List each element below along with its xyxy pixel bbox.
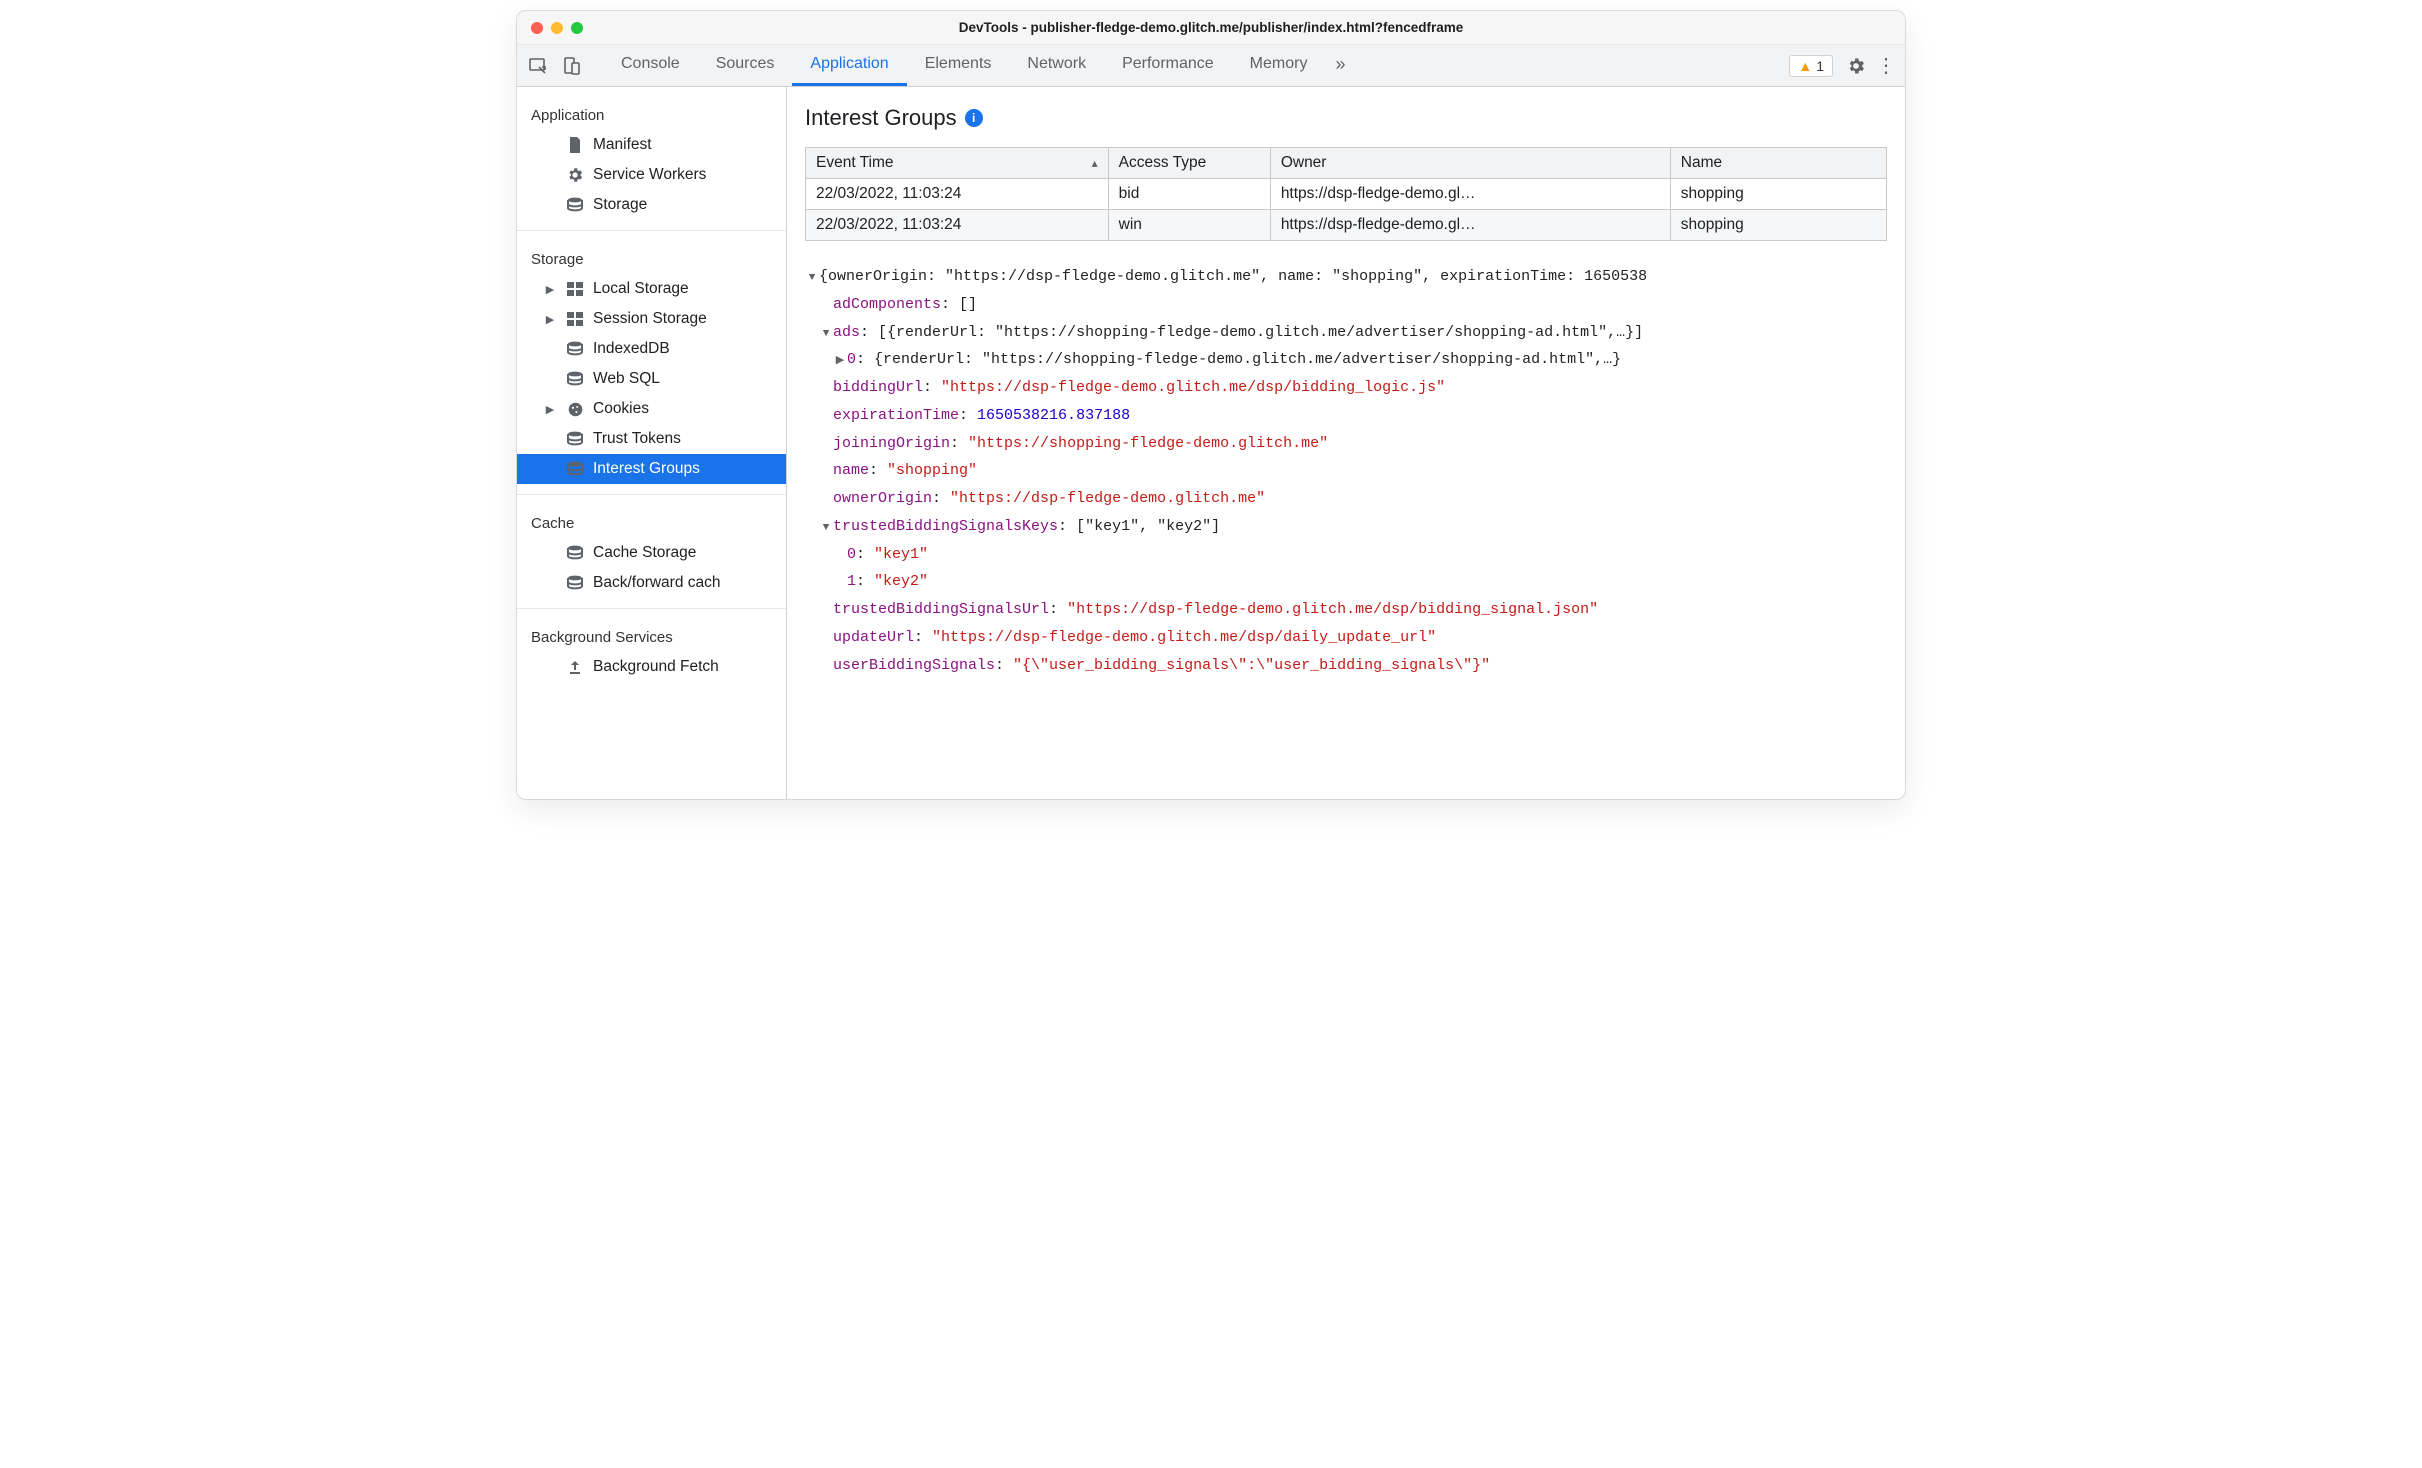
- tree-ads-0[interactable]: ▶0: {renderUrl: "https://shopping-fledge…: [805, 346, 1887, 374]
- sidebar-section-title: Cache: [517, 505, 786, 538]
- db-icon: [565, 371, 585, 387]
- interest-groups-table: Event Time▴Access TypeOwnerName 22/03/20…: [805, 147, 1887, 241]
- tree-ads[interactable]: ▼ads: [{renderUrl: "https://shopping-fle…: [805, 319, 1887, 347]
- expand-caret-icon[interactable]: ▼: [819, 324, 833, 344]
- cell-type: bid: [1108, 179, 1270, 210]
- window-minimize-dot[interactable]: [551, 22, 563, 34]
- sidebar-item-service-workers[interactable]: Service Workers: [517, 160, 786, 190]
- sidebar-item-trust-tokens[interactable]: Trust Tokens: [517, 424, 786, 454]
- sidebar-item-cookies[interactable]: ▶ Cookies: [517, 394, 786, 424]
- application-sidebar: Application Manifest Service Workers Storag…: [517, 87, 787, 799]
- panel-tabs: ConsoleSourcesApplicationElementsNetwork…: [603, 45, 1325, 86]
- tree-root[interactable]: ▼ {ownerOrigin: "https://dsp-fledge-demo…: [805, 263, 1887, 291]
- grid-icon: [565, 312, 585, 326]
- tabs-overflow[interactable]: »: [1325, 54, 1355, 78]
- interest-group-details: ▼ {ownerOrigin: "https://dsp-fledge-demo…: [805, 263, 1887, 679]
- sidebar-item-session-storage[interactable]: ▶ Session Storage: [517, 304, 786, 334]
- expand-caret-icon[interactable]: ▶: [543, 403, 557, 416]
- window-title: DevTools - publisher-fledge-demo.glitch.…: [517, 20, 1905, 35]
- cell-owner: https://dsp-fledge-demo.gl…: [1270, 210, 1670, 241]
- more-options-icon[interactable]: ⋮: [1871, 51, 1901, 81]
- tab-memory[interactable]: Memory: [1232, 45, 1326, 86]
- sidebar-item-label: Local Storage: [593, 280, 689, 298]
- sidebar-item-label: Session Storage: [593, 310, 707, 328]
- upload-icon: [565, 659, 585, 675]
- db-icon: [565, 431, 585, 447]
- settings-gear-icon[interactable]: [1841, 51, 1871, 81]
- tab-sources[interactable]: Sources: [698, 45, 793, 86]
- sidebar-item-cache-storage[interactable]: Cache Storage: [517, 538, 786, 568]
- db-icon: [565, 545, 585, 561]
- window-traffic-lights: [517, 22, 583, 34]
- tab-console[interactable]: Console: [603, 45, 698, 86]
- expand-caret-icon[interactable]: ▶: [543, 283, 557, 296]
- devtools-window: DevTools - publisher-fledge-demo.glitch.…: [516, 10, 1906, 800]
- inspect-element-icon[interactable]: [521, 49, 555, 83]
- sort-asc-icon: ▴: [1092, 156, 1098, 170]
- issues-warning-badge[interactable]: ▲ 1: [1789, 55, 1833, 77]
- sidebar-section-title: Storage: [517, 241, 786, 274]
- tree-tbsk[interactable]: ▼trustedBiddingSignalsKeys: ["key1", "ke…: [805, 513, 1887, 541]
- sidebar-item-label: IndexedDB: [593, 340, 670, 358]
- warning-icon: ▲: [1798, 58, 1812, 74]
- cell-time: 22/03/2022, 11:03:24: [806, 179, 1109, 210]
- cookie-icon: [565, 401, 585, 418]
- gear-icon: [565, 166, 585, 184]
- table-row[interactable]: 22/03/2022, 11:03:24bidhttps://dsp-fledg…: [806, 179, 1887, 210]
- sidebar-item-manifest[interactable]: Manifest: [517, 130, 786, 160]
- column-header-name[interactable]: Name: [1670, 148, 1886, 179]
- cell-owner: https://dsp-fledge-demo.gl…: [1270, 179, 1670, 210]
- tab-elements[interactable]: Elements: [907, 45, 1010, 86]
- sidebar-item-web-sql[interactable]: Web SQL: [517, 364, 786, 394]
- sidebar-item-label: Background Fetch: [593, 658, 719, 676]
- window-zoom-dot[interactable]: [571, 22, 583, 34]
- cell-time: 22/03/2022, 11:03:24: [806, 210, 1109, 241]
- sidebar-item-label: Interest Groups: [593, 460, 700, 478]
- sidebar-item-back-forward-cach[interactable]: Back/forward cach: [517, 568, 786, 598]
- sidebar-item-label: Cache Storage: [593, 544, 696, 562]
- window-close-dot[interactable]: [531, 22, 543, 34]
- expand-caret-icon[interactable]: ▼: [819, 518, 833, 538]
- cell-type: win: [1108, 210, 1270, 241]
- sidebar-item-label: Storage: [593, 196, 647, 214]
- tab-performance[interactable]: Performance: [1104, 45, 1232, 86]
- sidebar-section-title: Background Services: [517, 619, 786, 652]
- sidebar-item-interest-groups[interactable]: Interest Groups: [517, 454, 786, 484]
- column-header-event-time[interactable]: Event Time▴: [806, 148, 1109, 179]
- sidebar-item-local-storage[interactable]: ▶ Local Storage: [517, 274, 786, 304]
- expand-caret-icon[interactable]: ▼: [805, 268, 819, 288]
- column-header-access-type[interactable]: Access Type: [1108, 148, 1270, 179]
- tab-application[interactable]: Application: [792, 45, 906, 86]
- column-header-owner[interactable]: Owner: [1270, 148, 1670, 179]
- db-icon: [565, 341, 585, 357]
- sidebar-section-title: Application: [517, 97, 786, 130]
- sidebar-item-label: Manifest: [593, 136, 652, 154]
- devtools-tabstrip: ConsoleSourcesApplicationElementsNetwork…: [517, 45, 1905, 87]
- db-icon: [565, 197, 585, 213]
- expand-caret-icon[interactable]: ▶: [833, 351, 847, 371]
- sidebar-item-label: Trust Tokens: [593, 430, 681, 448]
- sidebar-item-storage[interactable]: Storage: [517, 190, 786, 220]
- sidebar-item-label: Back/forward cach: [593, 574, 721, 592]
- warning-count: 1: [1816, 58, 1824, 74]
- panel-title: Interest Groups: [805, 105, 957, 131]
- tab-network[interactable]: Network: [1009, 45, 1104, 86]
- grid-icon: [565, 282, 585, 296]
- sidebar-item-label: Service Workers: [593, 166, 706, 184]
- sidebar-item-indexeddb[interactable]: IndexedDB: [517, 334, 786, 364]
- device-toolbar-icon[interactable]: [555, 49, 589, 83]
- db-icon: [565, 575, 585, 591]
- cell-name: shopping: [1670, 179, 1886, 210]
- file-icon: [565, 136, 585, 154]
- db-icon: [565, 461, 585, 477]
- sidebar-item-background-fetch[interactable]: Background Fetch: [517, 652, 786, 682]
- expand-caret-icon[interactable]: ▶: [543, 313, 557, 326]
- table-row[interactable]: 22/03/2022, 11:03:24winhttps://dsp-fledg…: [806, 210, 1887, 241]
- info-icon[interactable]: i: [965, 109, 983, 127]
- window-titlebar: DevTools - publisher-fledge-demo.glitch.…: [517, 11, 1905, 45]
- sidebar-item-label: Web SQL: [593, 370, 660, 388]
- cell-name: shopping: [1670, 210, 1886, 241]
- sidebar-item-label: Cookies: [593, 400, 649, 418]
- interest-groups-panel: Interest Groups i Event Time▴Access Type…: [787, 87, 1905, 799]
